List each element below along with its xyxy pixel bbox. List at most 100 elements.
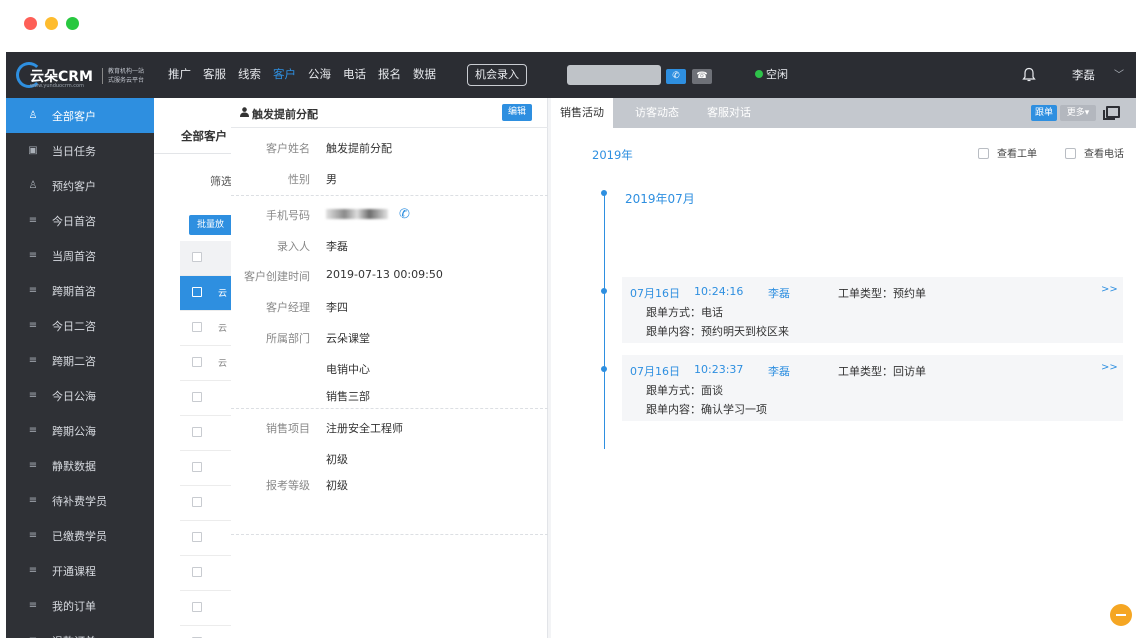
more-dropdown[interactable]: 更多▾ <box>1060 105 1096 121</box>
activity-entry[interactable]: 07月16日 10:24:16 李磊 工单类型：预约单 >> 跟单方式：电话 跟… <box>622 277 1123 343</box>
row-checkbox[interactable] <box>192 357 202 367</box>
tab-visitor-activity[interactable]: 访客动态 <box>626 98 688 128</box>
row-checkbox[interactable] <box>192 462 202 472</box>
chevron-down-icon[interactable]: ﹀ <box>1114 66 1124 81</box>
sidebar-item-label: 跨期公海 <box>52 424 96 438</box>
sidebar-item[interactable]: ≡ 开通课程 <box>6 553 154 588</box>
new-window-icon[interactable] <box>1103 106 1120 120</box>
row-checkbox[interactable] <box>192 287 202 297</box>
close-window-button[interactable] <box>24 17 37 30</box>
detail-title: 触发提前分配 <box>252 108 318 121</box>
row-checkbox[interactable] <box>192 392 202 402</box>
phone-call-icon[interactable]: ✆ <box>399 207 410 222</box>
list-search-icon: ≡ <box>28 495 38 506</box>
list-search-icon: ≡ <box>28 285 38 296</box>
checkbox[interactable] <box>1065 148 1076 159</box>
entry-content: 跟单内容：预约明天到校区来 <box>646 325 789 338</box>
nav-item-data[interactable]: 数据 <box>407 65 442 83</box>
timeline-year: 2019年 <box>592 148 633 162</box>
field-label: 客户姓名 <box>266 142 310 155</box>
list-title: 全部客户 <box>181 129 227 143</box>
minimize-window-button[interactable] <box>45 17 58 30</box>
tab-service-chat[interactable]: 客服对话 <box>698 98 760 128</box>
call-button[interactable]: ✆ <box>666 69 686 84</box>
field-value: 初级 <box>326 453 348 466</box>
row-checkbox[interactable] <box>192 497 202 507</box>
nav-item-enrollment[interactable]: 报名 <box>372 65 407 83</box>
bell-icon[interactable] <box>1022 67 1036 83</box>
row-checkbox[interactable] <box>192 532 202 542</box>
sidebar-item[interactable]: ♙ 全部客户 <box>6 98 154 133</box>
sidebar-item[interactable]: ≡ 今日首咨 <box>6 203 154 238</box>
expand-entry-icon[interactable]: >> <box>1101 284 1118 295</box>
sidebar-item[interactable]: ▣ 当日任务 <box>6 133 154 168</box>
sidebar-item-label: 今日二咨 <box>52 319 96 333</box>
entry-person[interactable]: 李磊 <box>768 285 790 301</box>
sidebar-item-label: 跨期首咨 <box>52 284 96 298</box>
field-department: 所属部门 云朵课堂 <box>231 330 548 350</box>
filter-label[interactable]: 筛选 <box>210 173 232 189</box>
follow-up-button[interactable]: 跟单 <box>1031 105 1057 121</box>
sidebar-item[interactable]: ≡ 已缴费学员 <box>6 518 154 553</box>
sidebar-item[interactable]: ≡ 静默数据 <box>6 448 154 483</box>
sidebar-item[interactable]: ≡ 我的订单 <box>6 588 154 623</box>
sidebar-item[interactable]: ≡ 今日二咨 <box>6 308 154 343</box>
activity-tabs: 销售活动 访客动态 客服对话 跟单 更多▾ <box>551 98 1136 128</box>
table-cell: 云 <box>218 359 228 369</box>
entry-date: 07月16日 <box>630 287 680 300</box>
sidebar-item[interactable]: ≡ 当周首咨 <box>6 238 154 273</box>
maximize-window-button[interactable] <box>66 17 79 30</box>
timeline-line <box>604 195 605 449</box>
nav-item-service[interactable]: 客服 <box>197 65 232 83</box>
nav-item-phone[interactable]: 电话 <box>337 65 372 83</box>
checkbox[interactable] <box>978 148 989 159</box>
row-checkbox[interactable] <box>192 602 202 612</box>
field-value: 云朵课堂 <box>326 332 370 345</box>
brand-logo[interactable]: 云朵CRM www.yunduocrm.com 教育机构一站 式服务云平台 <box>16 62 156 90</box>
checkbox-label: 查看工单 <box>997 149 1037 160</box>
sidebar-item[interactable]: ≡ 待补费学员 <box>6 483 154 518</box>
field-label: 报考等级 <box>266 479 310 492</box>
hang-up-icon: ☎ <box>696 71 708 81</box>
entry-time: 10:23:37 <box>694 363 744 376</box>
sidebar-item[interactable]: ≡退款订单 <box>6 623 154 638</box>
sidebar-item[interactable]: ≡ 跨期首咨 <box>6 273 154 308</box>
row-checkbox[interactable] <box>192 322 202 332</box>
field-label: 手机号码 <box>266 209 310 222</box>
tab-sales-activity[interactable]: 销售活动 <box>551 98 613 128</box>
dial-number-input[interactable] <box>567 65 661 85</box>
nav-item-customers[interactable]: 客户 <box>267 65 302 83</box>
check-work-order-toggle[interactable]: 查看工单 <box>978 145 1037 160</box>
entry-person[interactable]: 李磊 <box>768 363 790 379</box>
field-value: 2019-07-13 00:09:50 <box>326 268 443 281</box>
field-value: 李磊 <box>326 240 348 253</box>
agent-status[interactable]: 空闲 <box>766 66 788 82</box>
nav-item-public-pool[interactable]: 公海 <box>302 65 337 83</box>
list-search-icon: ≡ <box>28 530 38 541</box>
activity-entry[interactable]: 07月16日 10:23:37 李磊 工单类型：回访单 >> 跟单方式：面谈 跟… <box>622 355 1123 421</box>
field-phone: 手机号码 ✆ <box>231 207 548 227</box>
user-menu[interactable]: 李磊 <box>1072 67 1095 83</box>
sidebar-item[interactable]: ♙ 预约客户 <box>6 168 154 203</box>
edit-button[interactable]: 编辑 <box>502 104 532 121</box>
list-search-icon: ≡ <box>28 320 38 331</box>
table-cell: 云 <box>218 324 228 334</box>
row-checkbox[interactable] <box>192 427 202 437</box>
opportunity-entry-button[interactable]: 机会录入 <box>467 64 527 86</box>
row-checkbox[interactable] <box>192 567 202 577</box>
list-search-icon: ≡ <box>28 425 38 436</box>
detail-header: 触发提前分配 编辑 <box>231 98 548 128</box>
collapse-float-button[interactable] <box>1110 604 1132 626</box>
nav-item-promotion[interactable]: 推广 <box>162 65 197 83</box>
sidebar-item[interactable]: ≡ 跨期二咨 <box>6 343 154 378</box>
table-cell: 云 <box>218 289 228 299</box>
hang-up-button[interactable]: ☎ <box>692 69 712 84</box>
check-calls-toggle[interactable]: 查看电话 <box>1065 145 1124 160</box>
select-all-checkbox[interactable] <box>192 252 202 262</box>
sidebar-item[interactable]: ≡ 今日公海 <box>6 378 154 413</box>
entry-method: 跟单方式：面谈 <box>646 384 723 397</box>
expand-entry-icon[interactable]: >> <box>1101 362 1118 373</box>
field-entered-by: 录入人 李磊 <box>231 238 548 258</box>
nav-item-leads[interactable]: 线索 <box>232 65 267 83</box>
sidebar-item[interactable]: ≡ 跨期公海 <box>6 413 154 448</box>
